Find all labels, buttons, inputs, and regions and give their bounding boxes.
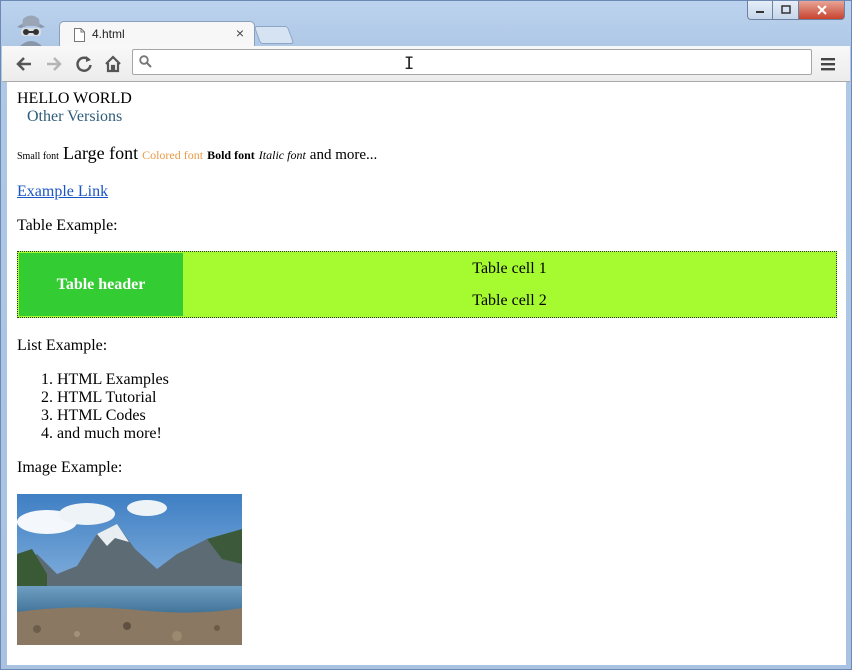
close-icon	[816, 5, 827, 15]
list-example-label: List Example:	[17, 337, 108, 354]
page-icon	[74, 28, 85, 47]
back-button[interactable]	[14, 54, 34, 74]
example-link[interactable]: Example Link	[17, 183, 108, 200]
example-list: HTML Examples HTML Tutorial HTML Codes a…	[17, 371, 837, 443]
hello-heading: HELLO WORLD	[17, 90, 132, 107]
menu-button[interactable]	[818, 54, 838, 74]
forward-button[interactable]	[44, 54, 64, 74]
incognito-icon	[13, 13, 49, 47]
image-example-label: Image Example:	[17, 459, 123, 476]
close-window-button[interactable]	[799, 1, 845, 20]
large-font-text: Large font	[62, 143, 139, 163]
italic-font-text: Italic font	[258, 148, 306, 162]
reload-icon	[76, 56, 92, 72]
text-cursor-icon: I	[404, 54, 415, 74]
table-header-cell: Table header	[19, 253, 183, 316]
table-cell: Table cell 2	[472, 291, 547, 309]
small-font-text: Small font	[17, 151, 59, 162]
browser-window: 4.html × I HELLO WORLD Other Versions Sm…	[0, 0, 852, 670]
window-controls	[747, 1, 845, 21]
list-item: HTML Codes	[57, 407, 837, 425]
restore-icon	[780, 5, 791, 14]
mountain-lake-image	[17, 494, 242, 645]
and-more-text: and more...	[309, 147, 378, 163]
reload-button[interactable]	[74, 54, 94, 74]
back-arrow-icon	[16, 57, 31, 71]
forward-arrow-icon	[47, 57, 62, 71]
browser-tab[interactable]: 4.html ×	[59, 21, 255, 47]
font-samples: Small font Large font Colored font Bold …	[17, 143, 837, 165]
home-icon	[105, 55, 121, 73]
list-item: and much more!	[57, 425, 837, 443]
hamburger-menu-icon	[821, 58, 835, 71]
table-example-label: Table Example:	[17, 217, 118, 234]
colored-font-text: Colored font	[142, 148, 204, 162]
page-content: HELLO WORLD Other Versions Small font La…	[17, 90, 837, 645]
bold-font-text: Bold font	[207, 148, 255, 162]
omnibox[interactable]	[132, 49, 812, 75]
address-input[interactable]	[157, 52, 801, 74]
table-cell: Table cell 1	[472, 259, 547, 277]
maximize-button[interactable]	[773, 1, 799, 20]
list-item: HTML Examples	[57, 371, 837, 389]
minimize-button[interactable]	[747, 1, 773, 20]
page-viewport: HELLO WORLD Other Versions Small font La…	[7, 82, 846, 665]
other-versions-text: Other Versions	[27, 108, 123, 125]
minimize-icon	[756, 11, 764, 13]
example-table: Table header Table cell 1 Table cell 2	[17, 251, 837, 318]
tab-title: 4.html	[92, 27, 125, 41]
home-button[interactable]	[103, 54, 123, 74]
new-tab-button[interactable]	[253, 26, 295, 44]
browser-toolbar	[2, 46, 850, 82]
list-item: HTML Tutorial	[57, 389, 837, 407]
search-icon	[139, 55, 152, 73]
tab-close-icon[interactable]: ×	[236, 25, 244, 41]
